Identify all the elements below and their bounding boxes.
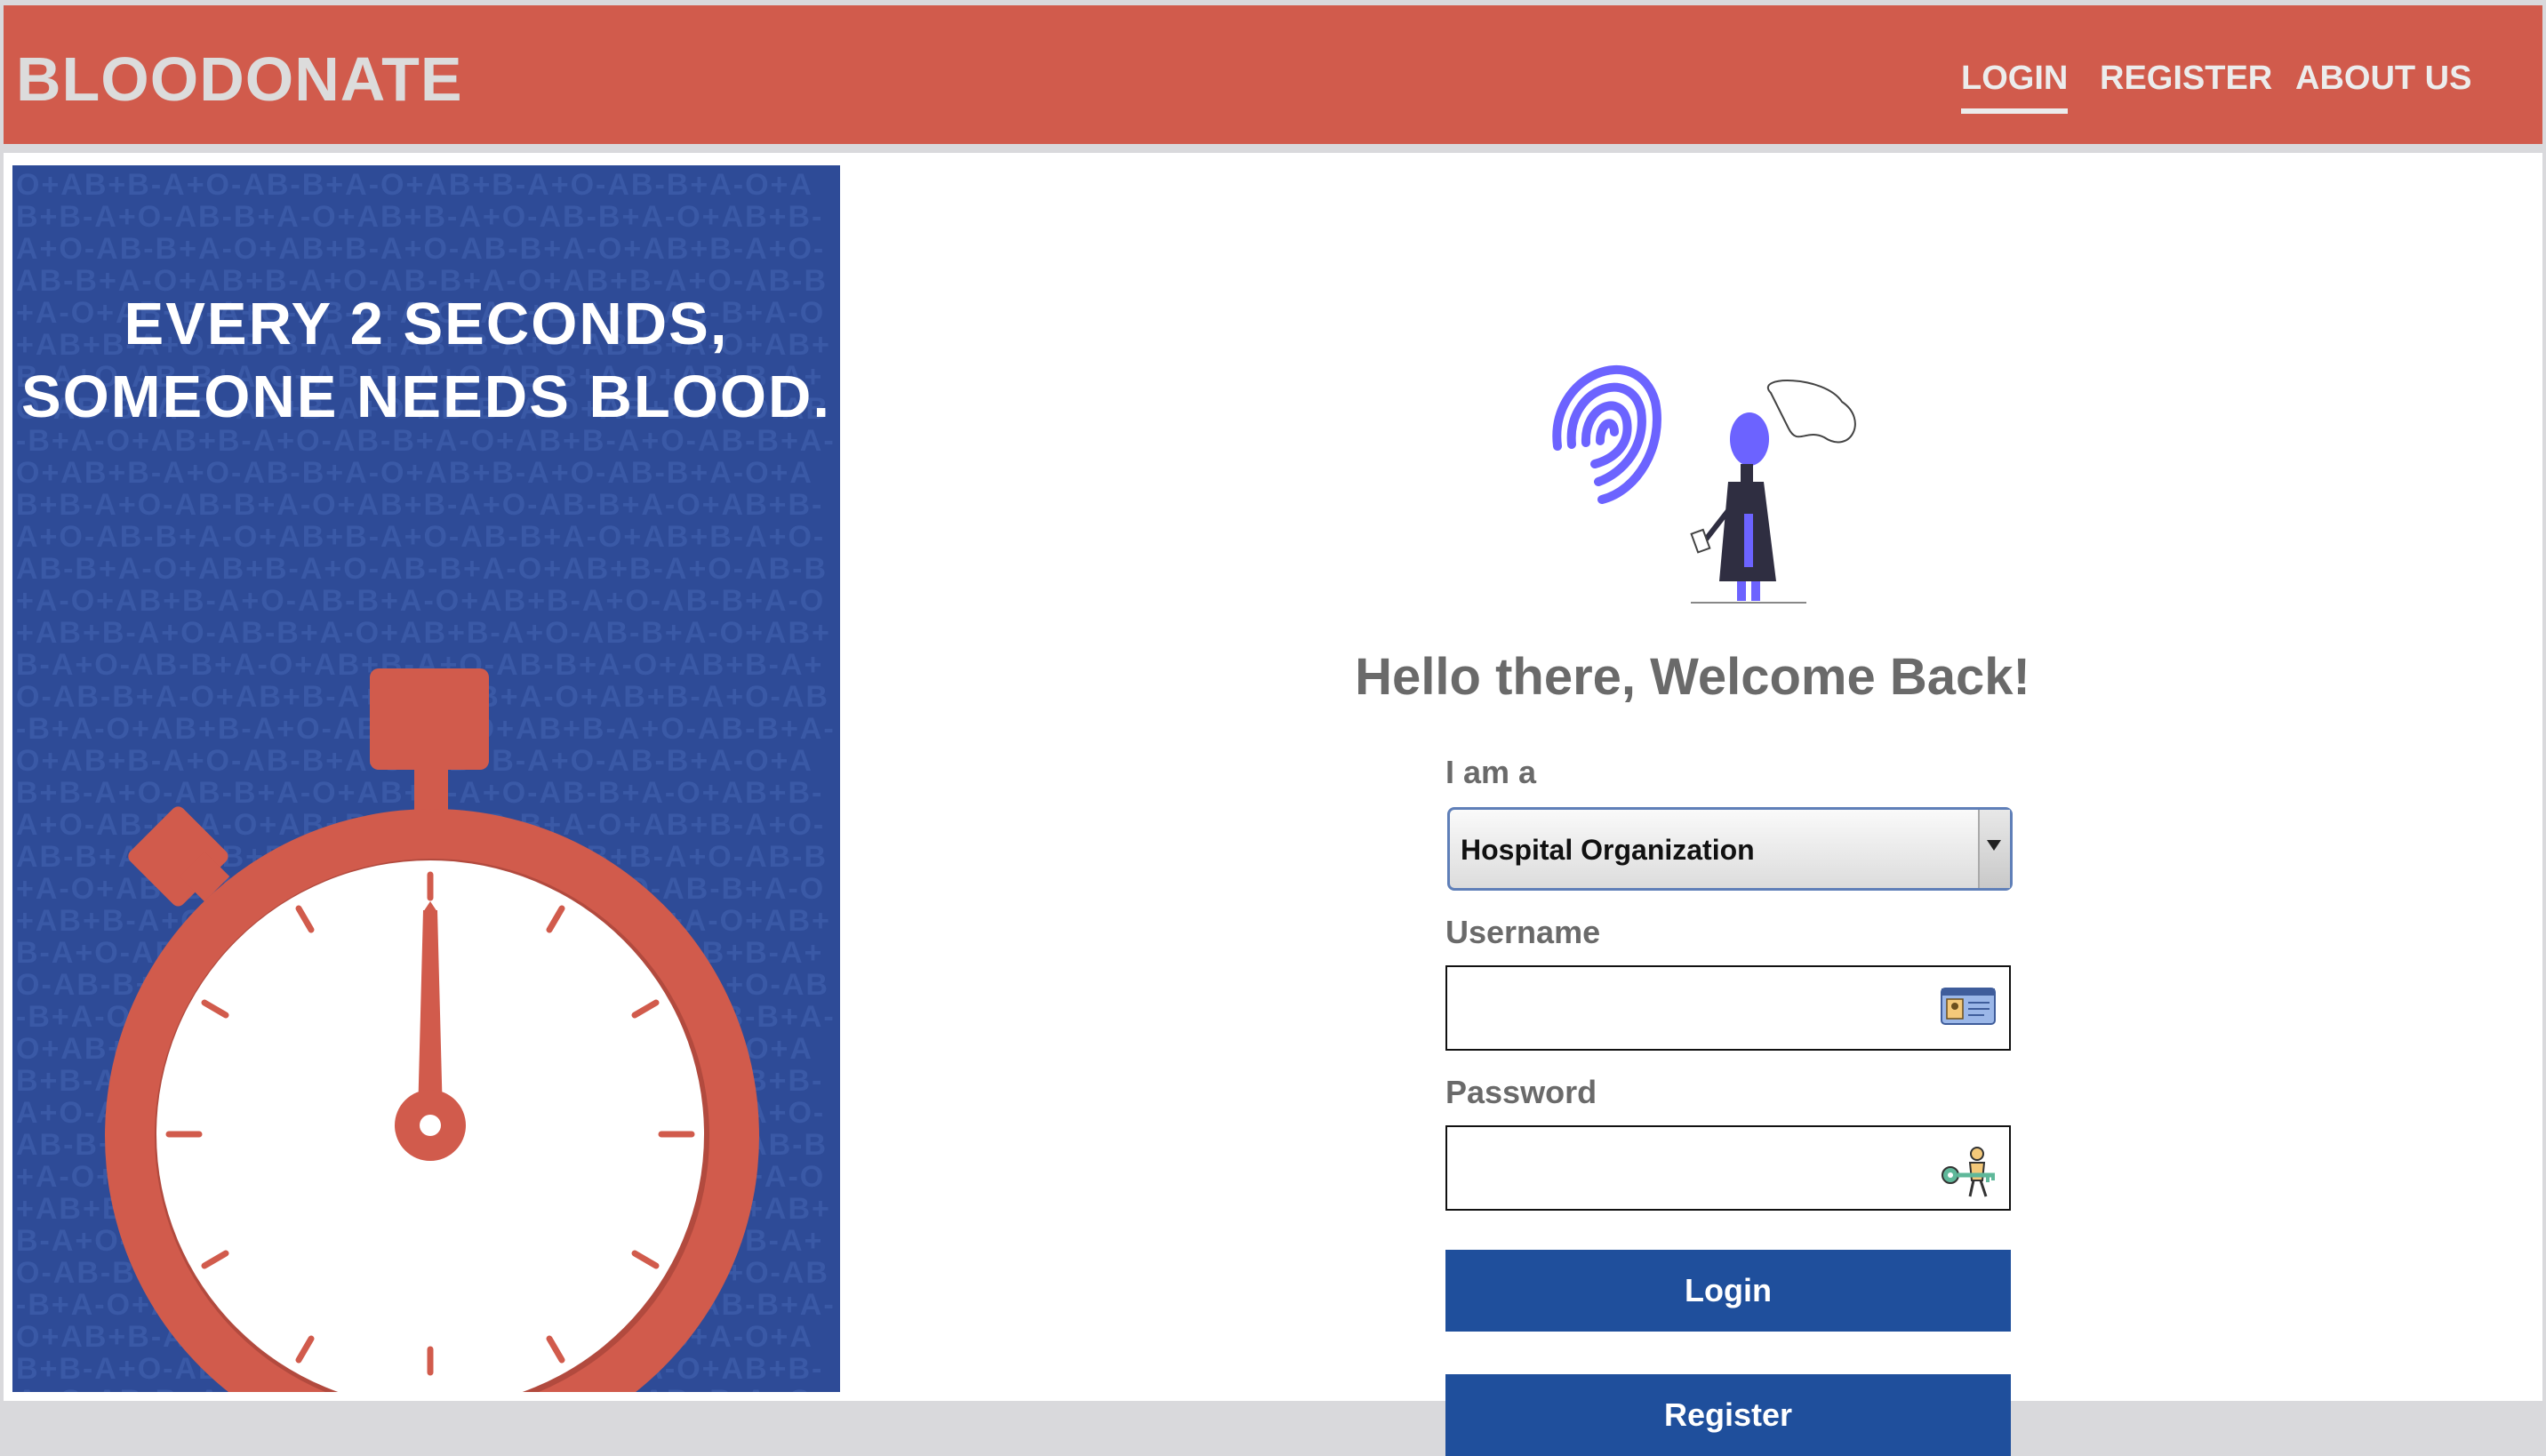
- username-field[interactable]: [1445, 965, 2011, 1051]
- username-input[interactable]: [1456, 976, 1936, 1040]
- register-button[interactable]: Register: [1445, 1374, 2011, 1456]
- select-arrow-button[interactable]: [1978, 810, 2010, 888]
- id-card-icon: [1941, 988, 1996, 1025]
- password-label: Password: [1445, 1074, 1597, 1110]
- poster-headline-line-1: EVERY 2 SECONDS,: [124, 291, 729, 357]
- poster-headline-line-2: SOMEONE NEEDS BLOOD.: [20, 364, 832, 430]
- password-input[interactable]: [1456, 1136, 1936, 1200]
- role-label: I am a: [1445, 754, 1537, 790]
- role-select[interactable]: Hospital Organization: [1447, 807, 2013, 891]
- active-nav-underline: [1961, 108, 2068, 114]
- role-selected-value: Hospital Organization: [1461, 834, 1755, 866]
- poster-headline: EVERY 2 SECONDS, SOMEONE NEEDS BLOOD.: [12, 288, 840, 434]
- navbar: BLOODONATE LOGIN REGISTER ABOUT US: [4, 5, 2542, 144]
- login-button[interactable]: Login: [1445, 1250, 2011, 1332]
- nav-register-link[interactable]: REGISTER: [2100, 59, 2272, 98]
- chevron-down-icon: [1987, 840, 2001, 851]
- fingerprint-illustration: [1552, 364, 1856, 604]
- welcome-heading: Hello there, Welcome Back!: [1355, 648, 2030, 706]
- nav-about-link[interactable]: ABOUT US: [2295, 59, 2471, 98]
- brand-logo[interactable]: BLOODONATE: [16, 44, 463, 114]
- password-field[interactable]: [1445, 1125, 2011, 1211]
- stopwatch-icon: [105, 668, 759, 1392]
- nav-login-link[interactable]: LOGIN: [1961, 59, 2068, 98]
- person-with-key-icon: [1942, 1147, 1995, 1197]
- main-content: O+AB+B-A+O-AB-B+A-O+AB+B-A+O-AB-B+A-O+AB…: [4, 153, 2542, 1456]
- username-label: Username: [1445, 914, 1601, 950]
- blood-donation-poster: O+AB+B-A+O-AB-B+A-O+AB+B-A+O-AB-B+A-O+AB…: [12, 165, 840, 1392]
